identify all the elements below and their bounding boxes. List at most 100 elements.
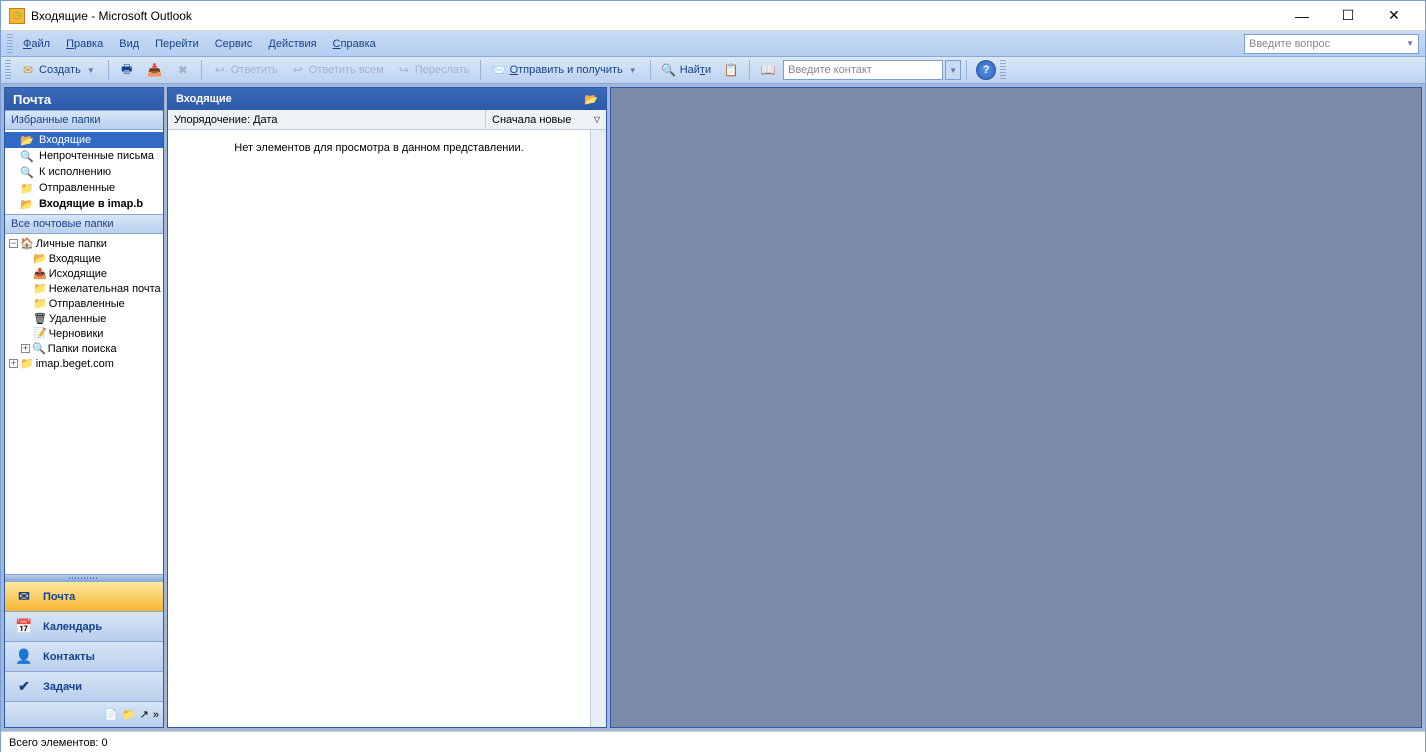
expand-icon[interactable]: +	[21, 344, 30, 353]
menu-actions[interactable]: Действия	[260, 35, 324, 53]
send-receive-button[interactable]: 📨 Отправить и получить ▼	[486, 59, 645, 81]
message-list-panel: Входящие 📂 Упорядочение: Дата Сначала но…	[167, 87, 607, 728]
print-button[interactable]: 🖶	[114, 59, 140, 81]
nav-splitter[interactable]	[5, 574, 163, 581]
menubar: Файл Правка Вид Перейти Сервис Действия …	[1, 31, 1425, 57]
folder-list-icon[interactable]: 📁	[122, 708, 136, 721]
minimize-button[interactable]: —	[1279, 2, 1325, 30]
help-button[interactable]: ?	[976, 60, 996, 80]
dropdown-icon[interactable]: ▼	[1406, 39, 1414, 48]
separator	[201, 60, 202, 80]
close-button[interactable]: ✕	[1371, 2, 1417, 30]
move-button[interactable]: 📥	[142, 59, 168, 81]
list-header: Входящие 📂	[168, 88, 606, 110]
contact-input[interactable]: Введите контакт	[783, 60, 943, 80]
address-book-icon: 📖	[760, 62, 776, 78]
organize-button[interactable]: 📋	[718, 59, 744, 81]
menu-go[interactable]: Перейти	[147, 35, 207, 53]
nav-button-tasks[interactable]: ✔Задачи	[5, 671, 163, 701]
titlebar: ◷ Входящие - Microsoft Outlook — ☐ ✕	[1, 1, 1425, 31]
empty-list-text: Нет элементов для просмотра в данном пре…	[168, 130, 590, 727]
menu-view[interactable]: Вид	[111, 35, 147, 53]
print-icon: 🖶	[119, 62, 135, 78]
tree-sent[interactable]: 📁Отправленные	[5, 296, 163, 311]
folder-icon: 📂	[584, 93, 598, 106]
separator	[108, 60, 109, 80]
toolbar: ✉ Создать ▼ 🖶 📥 ✖ ↩Ответить ↩Ответить вс…	[1, 57, 1425, 84]
dropdown-icon[interactable]: ▼	[626, 66, 640, 75]
tree-search-folders[interactable]: +🔍Папки поиска	[5, 341, 163, 356]
nav-bottom-bar: 📄 📁 ↗ »	[5, 701, 163, 727]
forward-button[interactable]: ↪Переслать	[391, 59, 475, 81]
dropdown-icon[interactable]: ▼	[84, 66, 98, 75]
separator	[650, 60, 651, 80]
separator	[966, 60, 967, 80]
question-input[interactable]: Введите вопрос ▼	[1244, 34, 1419, 54]
tree-drafts[interactable]: 📝Черновики	[5, 326, 163, 341]
statusbar: Всего элементов: 0	[1, 731, 1425, 753]
navigation-panel: Почта Избранные папки 📂Входящие 🔍Непрочт…	[4, 87, 164, 728]
organize-icon: 📋	[723, 62, 739, 78]
search-folder-icon: 🔍	[19, 165, 35, 179]
move-icon: 📥	[147, 62, 163, 78]
separator	[749, 60, 750, 80]
find-icon: 🔍	[661, 62, 677, 78]
configure-buttons-icon[interactable]: »	[153, 709, 159, 721]
expand-icon[interactable]: +	[9, 359, 18, 368]
menu-file[interactable]: Файл	[15, 35, 58, 53]
scrollbar[interactable]	[590, 130, 606, 727]
sort-arrow-icon: ▽	[594, 115, 600, 124]
sort-bar: Упорядочение: Дата Сначала новые▽	[168, 110, 606, 130]
reply-all-button[interactable]: ↩Ответить всем	[285, 59, 389, 81]
forward-icon: ↪	[396, 62, 412, 78]
reply-button[interactable]: ↩Ответить	[207, 59, 283, 81]
collapse-icon[interactable]: −	[9, 239, 18, 248]
favorites-list: 📂Входящие 🔍Непрочтенные письма 🔍К исполн…	[5, 130, 163, 214]
outbox-icon: 📤	[33, 267, 47, 280]
nav-button-mail[interactable]: ✉Почта	[5, 581, 163, 611]
tree-junk[interactable]: 📁Нежелательная почта	[5, 281, 163, 296]
contacts-icon: 👤	[13, 648, 35, 666]
favorite-inbox[interactable]: 📂Входящие	[5, 132, 163, 148]
new-mail-icon: ✉	[20, 62, 36, 78]
outlook-icon: ◷	[9, 8, 25, 24]
reply-all-icon: ↩	[290, 62, 306, 78]
find-button[interactable]: 🔍 Найти	[656, 59, 716, 81]
calendar-icon: 📅	[13, 618, 35, 636]
tree-imap-account[interactable]: +📁imap.beget.com	[5, 356, 163, 371]
separator	[480, 60, 481, 80]
sort-order-button[interactable]: Сначала новые▽	[486, 110, 606, 129]
address-book-button[interactable]: 📖	[755, 59, 781, 81]
tree-inbox[interactable]: 📂Входящие	[5, 251, 163, 266]
maximize-button[interactable]: ☐	[1325, 2, 1371, 30]
main-area: Почта Избранные папки 📂Входящие 🔍Непрочт…	[1, 84, 1425, 731]
tree-outbox[interactable]: 📤Исходящие	[5, 266, 163, 281]
tasks-icon: ✔	[13, 678, 35, 696]
delete-icon: ✖	[175, 62, 191, 78]
favorite-sent[interactable]: 📁Отправленные	[5, 180, 163, 196]
favorites-header[interactable]: Избранные папки	[5, 110, 163, 130]
reply-icon: ↩	[212, 62, 228, 78]
store-icon: 📁	[20, 357, 34, 370]
create-button[interactable]: ✉ Создать ▼	[15, 59, 103, 81]
delete-button[interactable]: ✖	[170, 59, 196, 81]
tree-personal-folders[interactable]: −🏠Личные папки	[5, 236, 163, 251]
folder-icon: 📁	[19, 181, 35, 195]
nav-button-calendar[interactable]: 📅Календарь	[5, 611, 163, 641]
grip-icon	[7, 34, 13, 54]
all-folders-header[interactable]: Все почтовые папки	[5, 214, 163, 234]
notes-icon[interactable]: 📄	[104, 708, 118, 721]
menu-tools[interactable]: Сервис	[207, 35, 261, 53]
menu-help[interactable]: Справка	[325, 35, 384, 53]
favorite-followup[interactable]: 🔍К исполнению	[5, 164, 163, 180]
send-receive-icon: 📨	[491, 62, 507, 78]
grip-icon	[5, 60, 11, 80]
tree-deleted[interactable]: 🗑Удаленные	[5, 311, 163, 326]
contact-dropdown[interactable]: ▼	[945, 60, 961, 80]
favorite-imap-inbox[interactable]: 📂Входящие в imap.b	[5, 196, 163, 212]
favorite-unread[interactable]: 🔍Непрочтенные письма	[5, 148, 163, 164]
nav-button-contacts[interactable]: 👤Контакты	[5, 641, 163, 671]
sort-by-button[interactable]: Упорядочение: Дата	[168, 110, 486, 129]
menu-edit[interactable]: Правка	[58, 35, 111, 53]
shortcuts-icon[interactable]: ↗	[140, 708, 149, 721]
